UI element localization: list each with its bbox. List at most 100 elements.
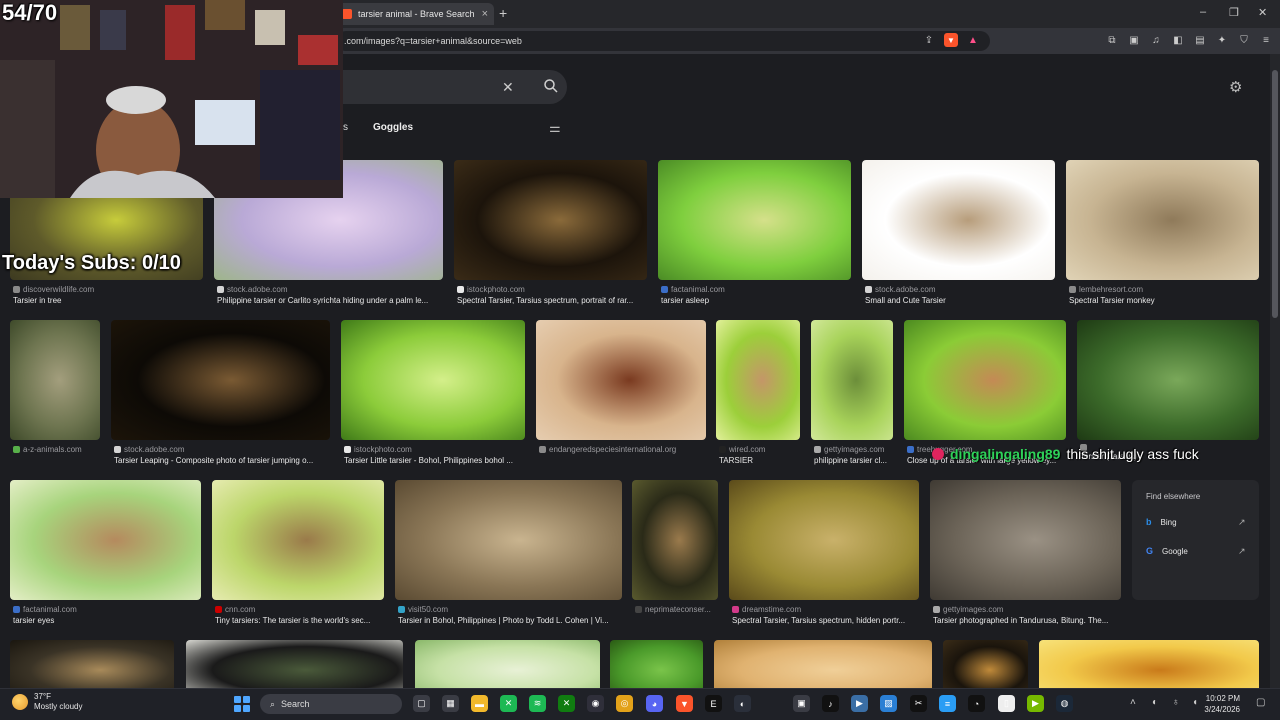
image-result-meta[interactable]: visit50.com Tarsier in Bohol, Philippines… (398, 604, 622, 628)
image-result-thumbnail[interactable] (930, 480, 1121, 600)
network-tray-icon[interactable]: ◐ (1152, 697, 1158, 708)
xbox-app-icon[interactable]: ✕ (500, 695, 517, 712)
camera-icon[interactable]: ▣ (793, 695, 810, 712)
image-result-meta[interactable]: factanimal.com tarsier asleep (661, 284, 851, 308)
brave-rewards-icon[interactable]: ▲ (966, 33, 980, 47)
image-result-meta[interactable]: wired.com TARSIER (719, 444, 800, 468)
image-result-thumbnail[interactable] (658, 160, 851, 280)
image-result-meta[interactable]: cnn.com Tiny tarsiers: The tarsier is the… (215, 604, 384, 628)
vpn-shield-icon[interactable]: ⛉ (1237, 33, 1251, 47)
photos-icon[interactable]: ▨ (880, 695, 897, 712)
settings-gear-icon[interactable]: ⚙ (1229, 78, 1242, 96)
image-result-thumbnail[interactable] (904, 320, 1066, 440)
image-result-thumbnail[interactable] (395, 480, 622, 600)
image-result-thumbnail[interactable] (454, 160, 647, 280)
sidebar-panel-icon[interactable]: ▣ (1127, 33, 1141, 47)
mic-tray-icon[interactable]: ♁ (1172, 697, 1180, 708)
image-result-thumbnail[interactable] (10, 480, 201, 600)
notepad-icon[interactable]: ≡ (939, 695, 956, 712)
nvidia-icon[interactable]: ▶ (1027, 695, 1044, 712)
new-tab-button[interactable]: + (499, 5, 507, 21)
image-result-meta[interactable]: factanimal.com tarsier eyes (13, 604, 201, 628)
image-result-thumbnail[interactable] (1066, 160, 1259, 280)
image-result-meta[interactable]: istockphoto.com Spectral Tarsier, Tarsius… (457, 284, 647, 308)
brave-icon[interactable]: ▼ (676, 695, 693, 712)
image-result-meta[interactable]: stock.adobe.com Philippine tarsier or Car… (217, 284, 443, 308)
image-result-thumbnail[interactable] (632, 480, 718, 600)
image-result-meta[interactable]: stock.adobe.com Small and Cute Tarsier (865, 284, 1055, 308)
image-result-thumbnail[interactable] (811, 320, 893, 440)
share-icon[interactable]: ⇪ (922, 33, 936, 47)
search-icon[interactable] (543, 78, 559, 94)
clear-search-icon[interactable]: ✕ (502, 79, 514, 96)
image-result-meta[interactable]: dreamstime.com Spectral Tarsier, Tarsius … (732, 604, 919, 628)
document-icon[interactable]: ▯ (998, 695, 1015, 712)
wallet-icon[interactable]: ▤ (1193, 33, 1207, 47)
music-icon[interactable]: ♫ (1149, 33, 1163, 47)
image-result-thumbnail[interactable] (716, 320, 800, 440)
tray-chevron-icon[interactable]: ˄ (1130, 697, 1136, 708)
image-result-thumbnail[interactable] (610, 640, 703, 688)
image-result-meta[interactable]: gettyimages.com philippine tarsier cl... (814, 444, 893, 468)
image-result-thumbnail[interactable] (1039, 640, 1259, 688)
steam-alt-icon[interactable]: ◐ (734, 695, 751, 712)
taskbar-clock[interactable]: 10:02 PM 3/24/2026 (1196, 693, 1240, 715)
filters-icon[interactable]: ⚌ (549, 120, 561, 136)
find-bing-link[interactable]: b Bing ↗ (1146, 517, 1246, 528)
tab-close-icon[interactable]: × (482, 8, 488, 20)
address-bar[interactable]: .com/images?q=tarsier+animal&source=web (336, 31, 990, 51)
image-result-meta[interactable]: istockphoto.com Tarsier Little tarsier - … (344, 444, 525, 468)
image-result-meta[interactable]: neprimateconser... (635, 604, 718, 628)
search-input[interactable] (320, 70, 567, 104)
image-result-thumbnail[interactable] (862, 160, 1055, 280)
brave-shields-icon[interactable]: ▼ (944, 33, 958, 47)
leo-ai-icon[interactable]: ✦ (1215, 33, 1229, 47)
scrollbar-thumb[interactable] (1272, 70, 1278, 318)
image-result-thumbnail[interactable] (1077, 320, 1259, 440)
image-result-thumbnail[interactable] (943, 640, 1028, 688)
capcut-icon[interactable]: ✂ (910, 695, 927, 712)
tab-partial[interactable]: s (343, 122, 348, 133)
image-result-meta[interactable]: lembehresort.com Spectral Tarsier monkey (1069, 284, 1259, 308)
widgets-icon[interactable]: ▦ (442, 695, 459, 712)
image-result-thumbnail[interactable] (186, 640, 403, 688)
menu-icon[interactable]: ≡ (1259, 33, 1273, 47)
file-explorer-icon[interactable]: ▬ (471, 695, 488, 712)
media-icon[interactable]: ▶ (851, 695, 868, 712)
image-result-thumbnail[interactable] (415, 640, 600, 688)
extensions-icon[interactable]: ⧉ (1105, 33, 1119, 47)
image-result-meta[interactable]: stock.adobe.com Tarsier Leaping - Composi… (114, 444, 330, 468)
browser-tab[interactable]: tarsier animal - Brave Search × (336, 3, 494, 25)
image-result-thumbnail[interactable] (729, 480, 919, 600)
close-window-button[interactable]: ✕ (1258, 6, 1267, 19)
taskbar-search[interactable]: ⌕ Search (260, 694, 402, 714)
maximize-button[interactable]: ❐ (1229, 6, 1239, 19)
notification-icon[interactable]: ▢ (1256, 697, 1265, 708)
task-view-icon[interactable]: ▢ (413, 695, 430, 712)
image-result-thumbnail[interactable] (10, 320, 100, 440)
weather-widget[interactable]: 37°F Mostly cloudy (12, 692, 82, 712)
minimize-button[interactable]: – (1200, 6, 1206, 18)
image-result-thumbnail[interactable] (212, 480, 384, 600)
image-result-meta[interactable]: gettyimages.com Tarsier photographed in T… (933, 604, 1121, 628)
image-result-meta[interactable]: discoverwildlife.com Tarsier in tree (13, 284, 203, 308)
gauge-icon[interactable]: ◔ (968, 695, 985, 712)
find-google-link[interactable]: G Google ↗ (1146, 546, 1246, 557)
sidebar-icon[interactable]: ◧ (1171, 33, 1185, 47)
obs-icon[interactable]: ◉ (587, 695, 604, 712)
tab-goggles[interactable]: Goggles (373, 122, 413, 133)
start-button[interactable] (234, 696, 250, 712)
tiktok-icon[interactable]: ♪ (822, 695, 839, 712)
spotify-icon[interactable]: ≋ (529, 695, 546, 712)
discord-icon[interactable]: ◕ (646, 695, 663, 712)
image-result-thumbnail[interactable] (536, 320, 706, 440)
xbox-icon[interactable]: ✕ (558, 695, 575, 712)
chrome-icon[interactable]: ◎ (616, 695, 633, 712)
epic-games-icon[interactable]: E (705, 695, 722, 712)
steam-icon[interactable]: ◍ (1056, 695, 1073, 712)
image-result-thumbnail[interactable] (111, 320, 330, 440)
image-result-meta[interactable]: endangeredspeciesinternational.org (539, 444, 706, 468)
image-result-meta[interactable]: a-z-animals.com (13, 444, 100, 468)
image-result-thumbnail[interactable] (341, 320, 525, 440)
image-result-thumbnail[interactable] (10, 640, 174, 688)
